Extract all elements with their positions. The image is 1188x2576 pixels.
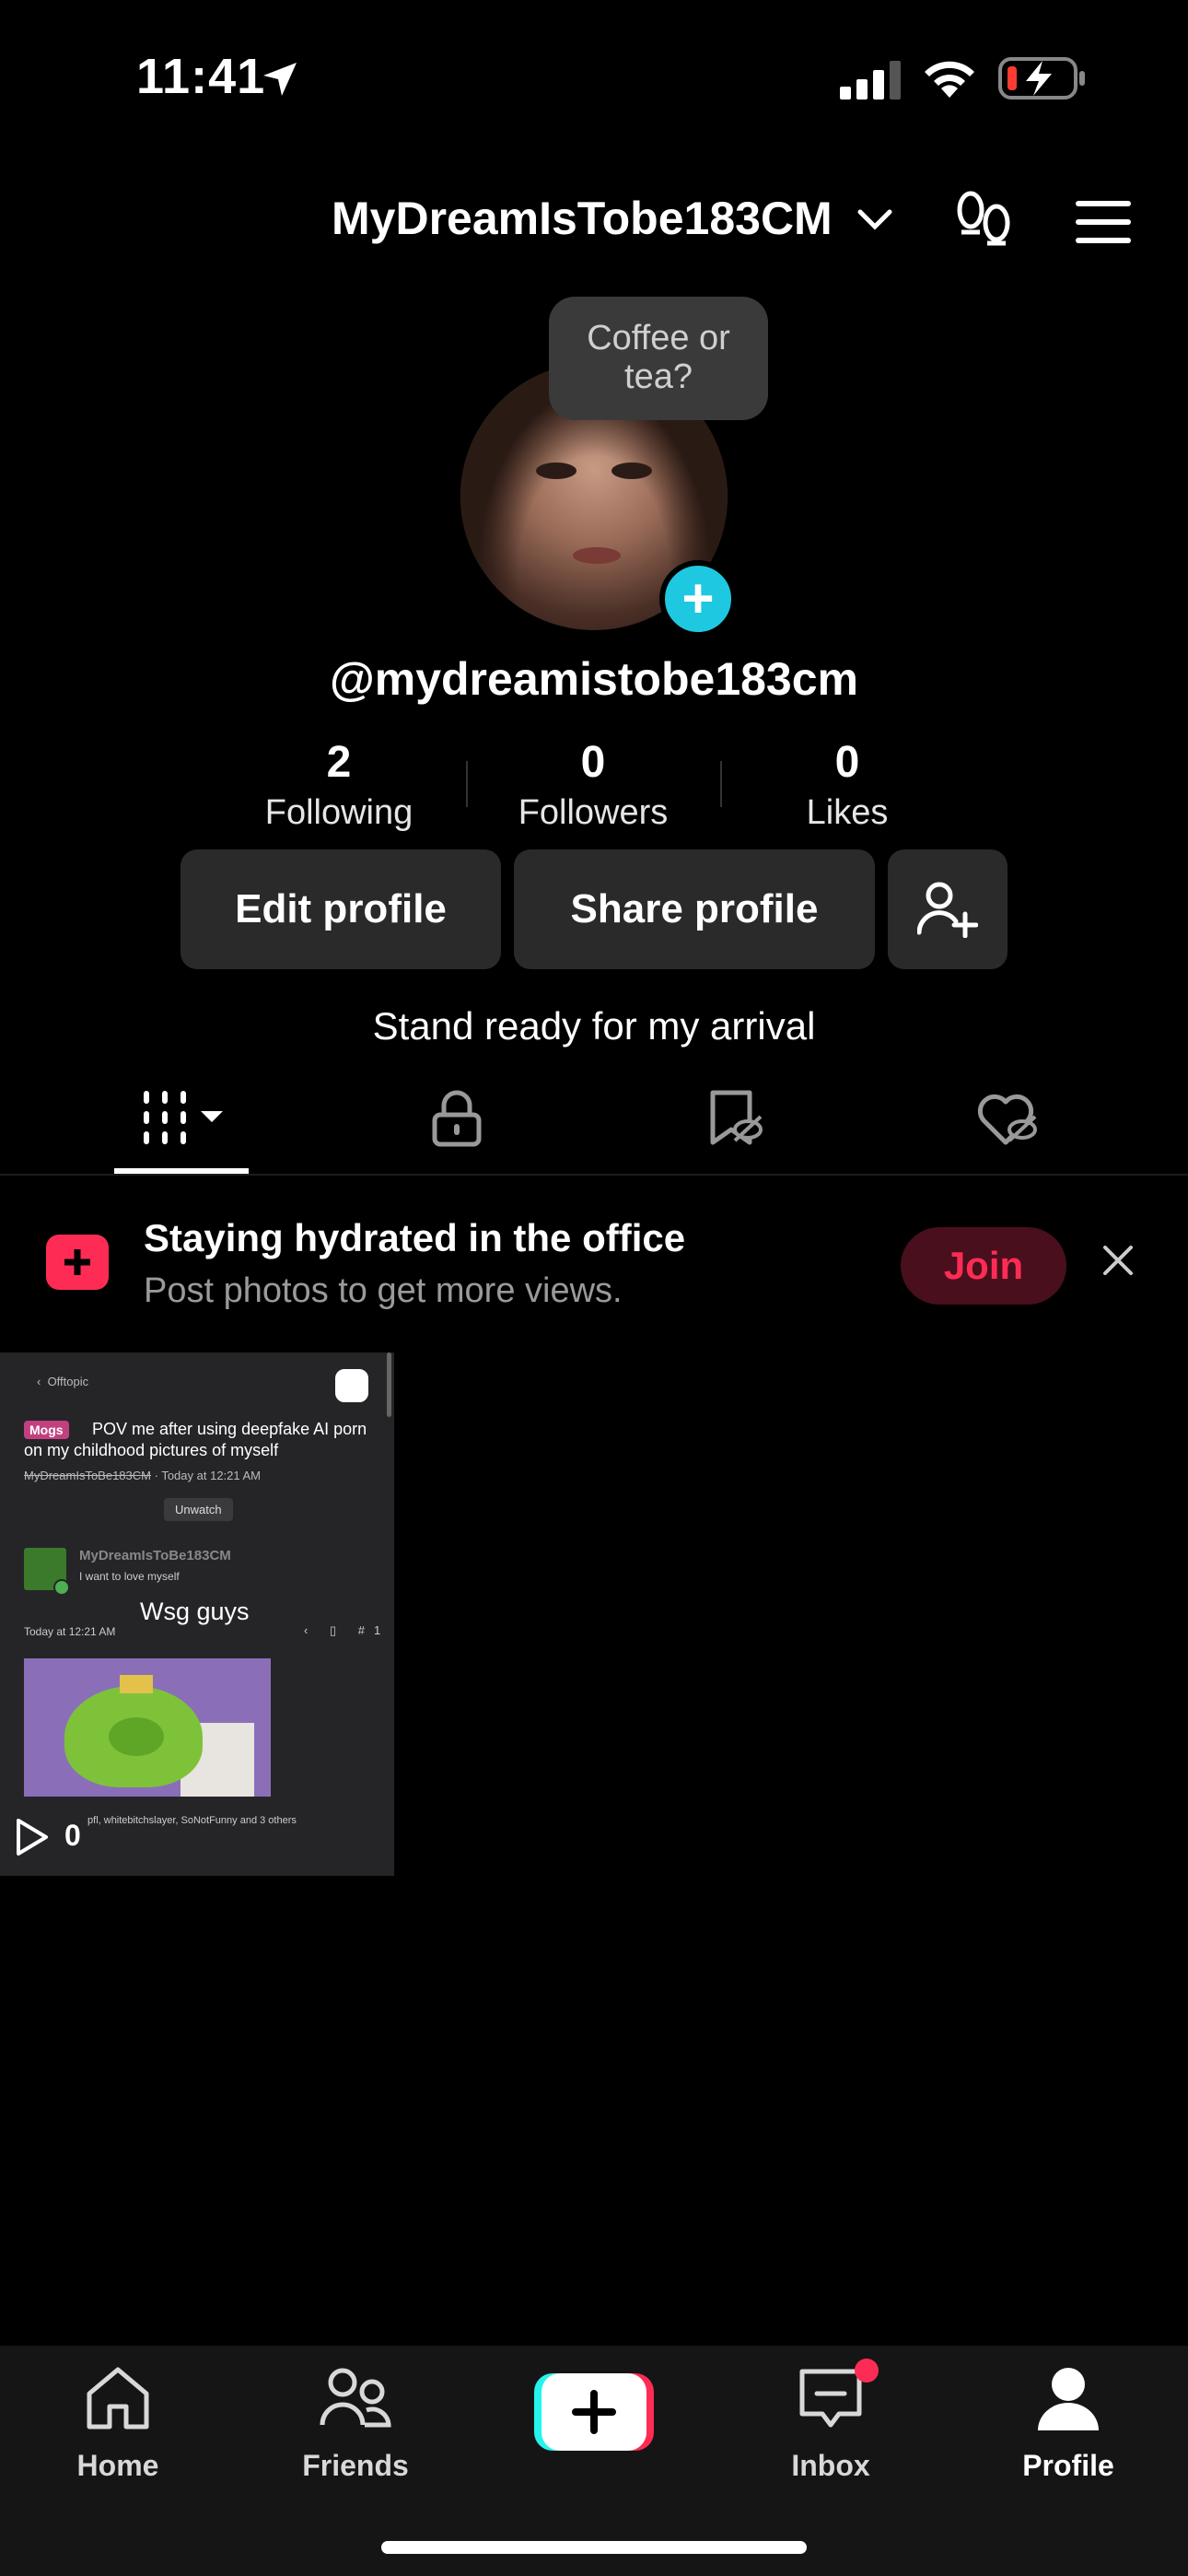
nav-friends-label: Friends	[302, 2449, 409, 2482]
share-profile-button[interactable]: Share profile	[514, 849, 875, 969]
thumb-status: I want to love myself	[79, 1570, 180, 1583]
inbox-notification-dot	[855, 2359, 879, 2383]
stat-value: 0	[580, 738, 606, 787]
home-indicator[interactable]	[381, 2541, 807, 2554]
hamburger-menu-icon[interactable]	[1076, 201, 1131, 243]
favorites-hidden-tab-icon[interactable]	[707, 1089, 764, 1148]
stat-value: 0	[834, 738, 860, 787]
stat-label: Followers	[518, 793, 669, 832]
status-time: 11:41	[136, 49, 266, 104]
inbox-icon	[799, 2369, 862, 2428]
thumb-scrollbar	[387, 1352, 391, 1417]
nav-profile-label: Profile	[1022, 2449, 1114, 2482]
footprints-icon[interactable]	[954, 190, 1013, 252]
banner-subtitle: Post photos to get more views.	[144, 1271, 623, 1310]
stat-label: Likes	[806, 793, 889, 832]
thumb-image	[24, 1658, 271, 1797]
home-icon	[87, 2367, 149, 2430]
chevron-down-icon[interactable]	[856, 208, 893, 232]
location-arrow-icon	[263, 63, 297, 96]
account-switcher-title[interactable]: MyDreamIsTobe183CM	[332, 192, 833, 245]
profile-handle: @mydreamistobe183cm	[329, 653, 859, 705]
thumb-unwatch: Unwatch	[164, 1498, 233, 1521]
wifi-icon	[925, 61, 974, 98]
signal-icon	[840, 61, 901, 100]
nav-inbox-label: Inbox	[791, 2449, 870, 2482]
videos-grid-tab-icon[interactable]	[142, 1089, 225, 1146]
play-icon	[17, 1819, 48, 1856]
select-checkbox	[335, 1369, 368, 1402]
thumb-post-time: Today at 12:21 AM	[24, 1625, 116, 1638]
thumb-back-label: ‹ Offtopic	[37, 1375, 89, 1388]
stat-followers[interactable]: 0 Followers	[473, 737, 713, 833]
profile-icon	[1038, 2368, 1099, 2430]
stat-likes[interactable]: 0 Likes	[728, 737, 967, 833]
first-aid-icon	[46, 1235, 109, 1290]
stat-divider	[720, 761, 722, 807]
stat-following[interactable]: 2 Following	[219, 737, 459, 833]
nav-home-label: Home	[76, 2449, 159, 2482]
thumb-title: POV me after using deepfake AI porn on m…	[24, 1420, 367, 1460]
add-friend-button[interactable]	[888, 849, 1007, 969]
battery-charging-icon	[998, 57, 1085, 100]
thumb-tag: Mogs	[24, 1421, 69, 1439]
view-count: 0	[64, 1819, 81, 1852]
stat-divider	[466, 761, 468, 807]
tab-divider	[0, 1174, 1188, 1176]
edit-profile-button[interactable]: Edit profile	[181, 849, 501, 969]
stat-label: Following	[264, 793, 413, 832]
thumb-online-dot	[53, 1579, 70, 1596]
lock-tab-icon[interactable]	[431, 1089, 483, 1148]
thumb-post-icons: ‹ ▯ #1	[304, 1623, 390, 1637]
stat-value: 2	[326, 738, 352, 787]
thumb-post-text: Wsg guys	[140, 1598, 250, 1625]
profile-bio: Stand ready for my arrival	[372, 1004, 816, 1048]
add-person-icon	[917, 882, 978, 938]
friends-icon	[320, 2368, 391, 2428]
note-bubble[interactable]: Coffee or tea?	[549, 297, 768, 420]
thumb-meta: MyDreamIsToBe183CM · Today at 12:21 AM	[24, 1469, 262, 1482]
thumb-username: MyDreamIsToBe183CM	[79, 1548, 231, 1563]
banner-title[interactable]: Staying hydrated in the office	[144, 1216, 685, 1260]
liked-hidden-tab-icon[interactable]	[976, 1089, 1041, 1148]
video-thumbnail[interactable]: ‹ Offtopic POV me after using deepfake A…	[0, 1352, 396, 1876]
close-icon[interactable]	[1101, 1244, 1135, 1277]
create-button[interactable]	[534, 2373, 654, 2451]
add-story-button[interactable]: +	[659, 560, 737, 638]
join-button[interactable]: Join	[901, 1227, 1066, 1305]
